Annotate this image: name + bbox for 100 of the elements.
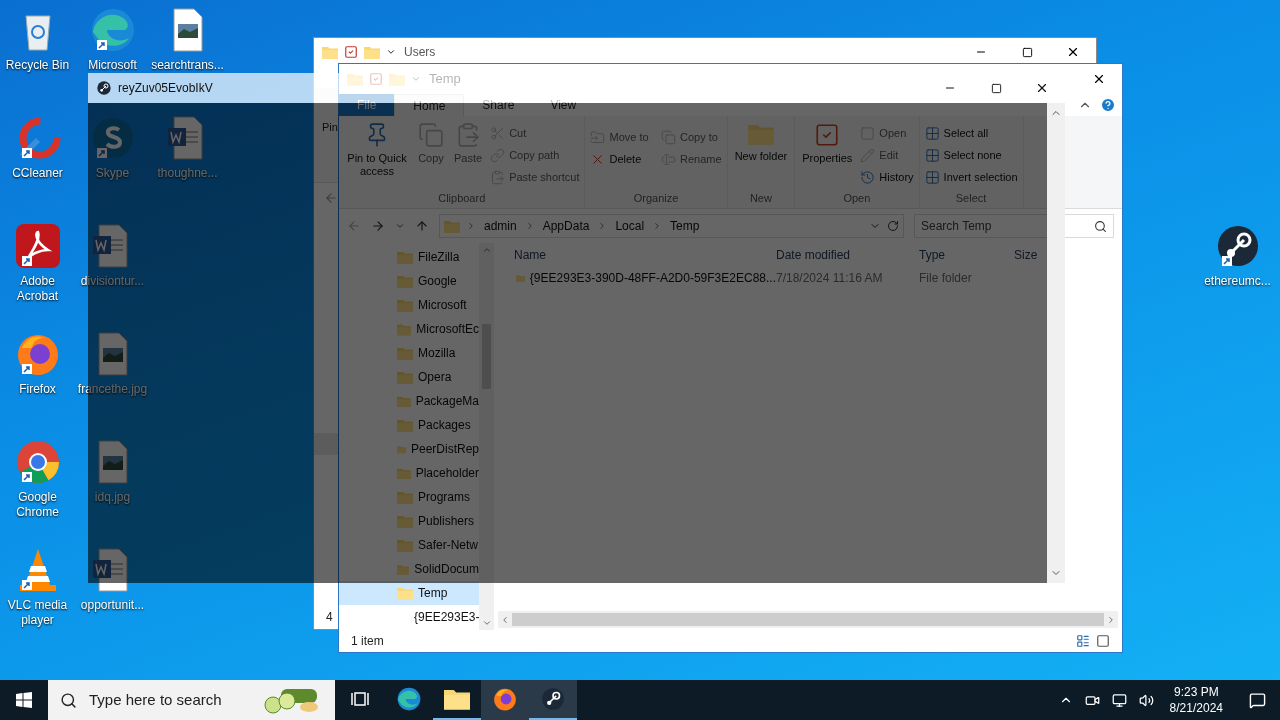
folder-icon xyxy=(397,586,413,600)
breadcrumb-separator-icon xyxy=(466,221,476,231)
desktop-icon-label[interactable]: Skype xyxy=(75,166,150,181)
folder-icon xyxy=(397,490,413,504)
folder-icon xyxy=(397,370,413,384)
folder-icon xyxy=(397,514,413,528)
window-title: Temp xyxy=(429,70,461,89)
ribbon-group-label: Select xyxy=(954,190,988,206)
checkbox-icon xyxy=(814,122,841,148)
breadcrumb-item[interactable]: AppData xyxy=(540,217,592,235)
scrollbar[interactable] xyxy=(479,243,494,630)
address-bar[interactable]: admin AppData Local Temp xyxy=(439,214,904,238)
ribbon-group-label: Clipboard xyxy=(437,190,487,206)
scroll-right-icon[interactable] xyxy=(1106,614,1116,625)
scroll-down-icon[interactable] xyxy=(481,618,492,628)
desktop-icon-label[interactable]: Google Chrome xyxy=(0,490,75,520)
desktop-icon-label[interactable]: Firefox xyxy=(0,382,75,397)
column-header[interactable]: Type xyxy=(919,246,1014,264)
desktop-icon-label[interactable]: opportunit... xyxy=(75,598,150,613)
ribbon-button[interactable]: Select none xyxy=(922,144,1020,166)
nav-tree-item[interactable]: {9EE293E3- xyxy=(339,605,479,629)
nav-tree-item[interactable]: Programs xyxy=(339,485,479,509)
nav-tree-item[interactable]: PackageMa xyxy=(339,389,479,413)
desktop-icon-label[interactable]: Adobe Acrobat xyxy=(0,274,75,304)
shortcut-arrow-icon xyxy=(21,364,32,374)
status-text: 1 item xyxy=(351,633,384,650)
refresh-icon[interactable] xyxy=(887,220,899,232)
folder-icon xyxy=(364,45,380,59)
ribbon-button[interactable]: Delete xyxy=(588,148,654,170)
details-view-icon[interactable] xyxy=(1076,634,1090,648)
forward-icon[interactable] xyxy=(371,219,385,233)
clipboard-icon xyxy=(490,169,506,185)
nav-tree-item[interactable]: Packages xyxy=(339,413,479,437)
nav-tree-item[interactable]: Placeholder xyxy=(339,461,479,485)
network-icon[interactable] xyxy=(1111,692,1127,708)
volume-icon[interactable] xyxy=(1138,692,1154,708)
table-cell-text: File folder xyxy=(919,270,973,287)
desktop-icon-label[interactable]: Recycle Bin xyxy=(0,58,75,73)
nav-tree-item[interactable]: Safer-Netw xyxy=(339,533,479,557)
history-icon xyxy=(860,169,876,185)
desktop-icon-label[interactable]: VLC media player xyxy=(0,598,75,628)
desktop-icon-label[interactable]: thoughne... xyxy=(150,166,225,181)
ribbon-button[interactable]: Invert selection xyxy=(922,166,1020,188)
close-icon xyxy=(1092,72,1106,86)
nav-tree-item[interactable]: Opera xyxy=(339,365,479,389)
folder-icon xyxy=(747,122,774,146)
taskbar-search-box[interactable]: Type here to search xyxy=(48,680,335,720)
scroll-left-icon[interactable] xyxy=(500,614,510,625)
ribbon-group-label: New xyxy=(748,190,773,206)
ribbon-button[interactable]: Select all xyxy=(922,122,1020,144)
nav-tree-item[interactable]: MicrosoftEc xyxy=(339,317,479,341)
nav-tree-item[interactable]: Publishers xyxy=(339,509,479,533)
nav-tree-item[interactable]: Google xyxy=(339,269,479,293)
caret-icon xyxy=(386,47,396,57)
breadcrumb-item[interactable]: Local xyxy=(613,217,647,235)
grid-icon xyxy=(924,125,940,141)
windows-logo-icon xyxy=(16,692,32,708)
desktop-icon-label[interactable]: idq.jpg xyxy=(75,490,150,505)
desktop-icon-label[interactable]: Microsoft xyxy=(75,58,150,73)
clock[interactable]: 9:23 PM 8/21/2024 xyxy=(1165,684,1227,716)
grid-icon xyxy=(924,169,940,185)
notifications-icon[interactable] xyxy=(1249,691,1266,709)
search-box[interactable]: Search Temp xyxy=(914,214,1114,238)
up-icon[interactable] xyxy=(415,219,429,233)
shortcut-arrow-icon xyxy=(21,256,32,266)
pdf-app-icon xyxy=(13,222,62,270)
ribbon-button[interactable]: New folder xyxy=(730,116,792,190)
desktop-icon-label[interactable]: ethereumc... xyxy=(1200,274,1275,289)
nav-tree-item[interactable]: Temp xyxy=(339,581,479,605)
column-header[interactable]: Date modified xyxy=(776,246,919,264)
window-title: reyZuv05EvobIkV xyxy=(118,80,213,97)
column-header[interactable]: Name xyxy=(514,246,776,264)
shortcut-arrow-icon xyxy=(21,580,32,590)
recent-locations-icon[interactable] xyxy=(395,221,405,231)
breadcrumb-item[interactable]: admin xyxy=(482,217,519,235)
horizontal-scrollbar[interactable] xyxy=(498,611,1118,628)
search-field[interactable]: Search Temp xyxy=(921,217,1094,235)
ribbon-button-label[interactable]: Pin xyxy=(322,121,338,133)
taskbar-search-field[interactable]: Type here to search xyxy=(89,688,247,712)
large-icons-view-icon[interactable] xyxy=(1096,634,1110,648)
folder-icon xyxy=(397,250,413,264)
grid-icon xyxy=(924,147,940,163)
folder-icon xyxy=(397,322,412,336)
desktop-icon-label[interactable]: searchtrans... xyxy=(150,58,225,73)
nav-tree-item[interactable]: FileZilla xyxy=(339,245,479,269)
file-name-cell[interactable]: {9EE293E3-390D-48FF-A2D0-59F3E2EC88... xyxy=(529,269,776,287)
taskbar-button[interactable] xyxy=(529,680,577,720)
help-icon[interactable] xyxy=(1100,97,1116,113)
breadcrumb-item[interactable]: Temp xyxy=(668,217,702,235)
nav-tree-item[interactable]: Microsoft xyxy=(339,293,479,317)
nav-tree-item[interactable]: Mozilla xyxy=(339,341,479,365)
nav-tree-item[interactable]: PeerDistRep xyxy=(339,437,479,461)
folder-icon xyxy=(397,394,411,408)
nav-tree-item[interactable]: SolidDocum xyxy=(339,557,479,581)
ribbon-group-label: Open xyxy=(842,190,872,206)
ribbon-button[interactable]: Properties xyxy=(798,116,857,190)
ribbon-button[interactable]: History xyxy=(858,166,916,188)
desktop-icon-label[interactable]: CCleaner xyxy=(0,166,75,181)
folder-icon xyxy=(397,562,410,576)
ribbon-button[interactable]: Pin to Quick access xyxy=(342,116,412,190)
